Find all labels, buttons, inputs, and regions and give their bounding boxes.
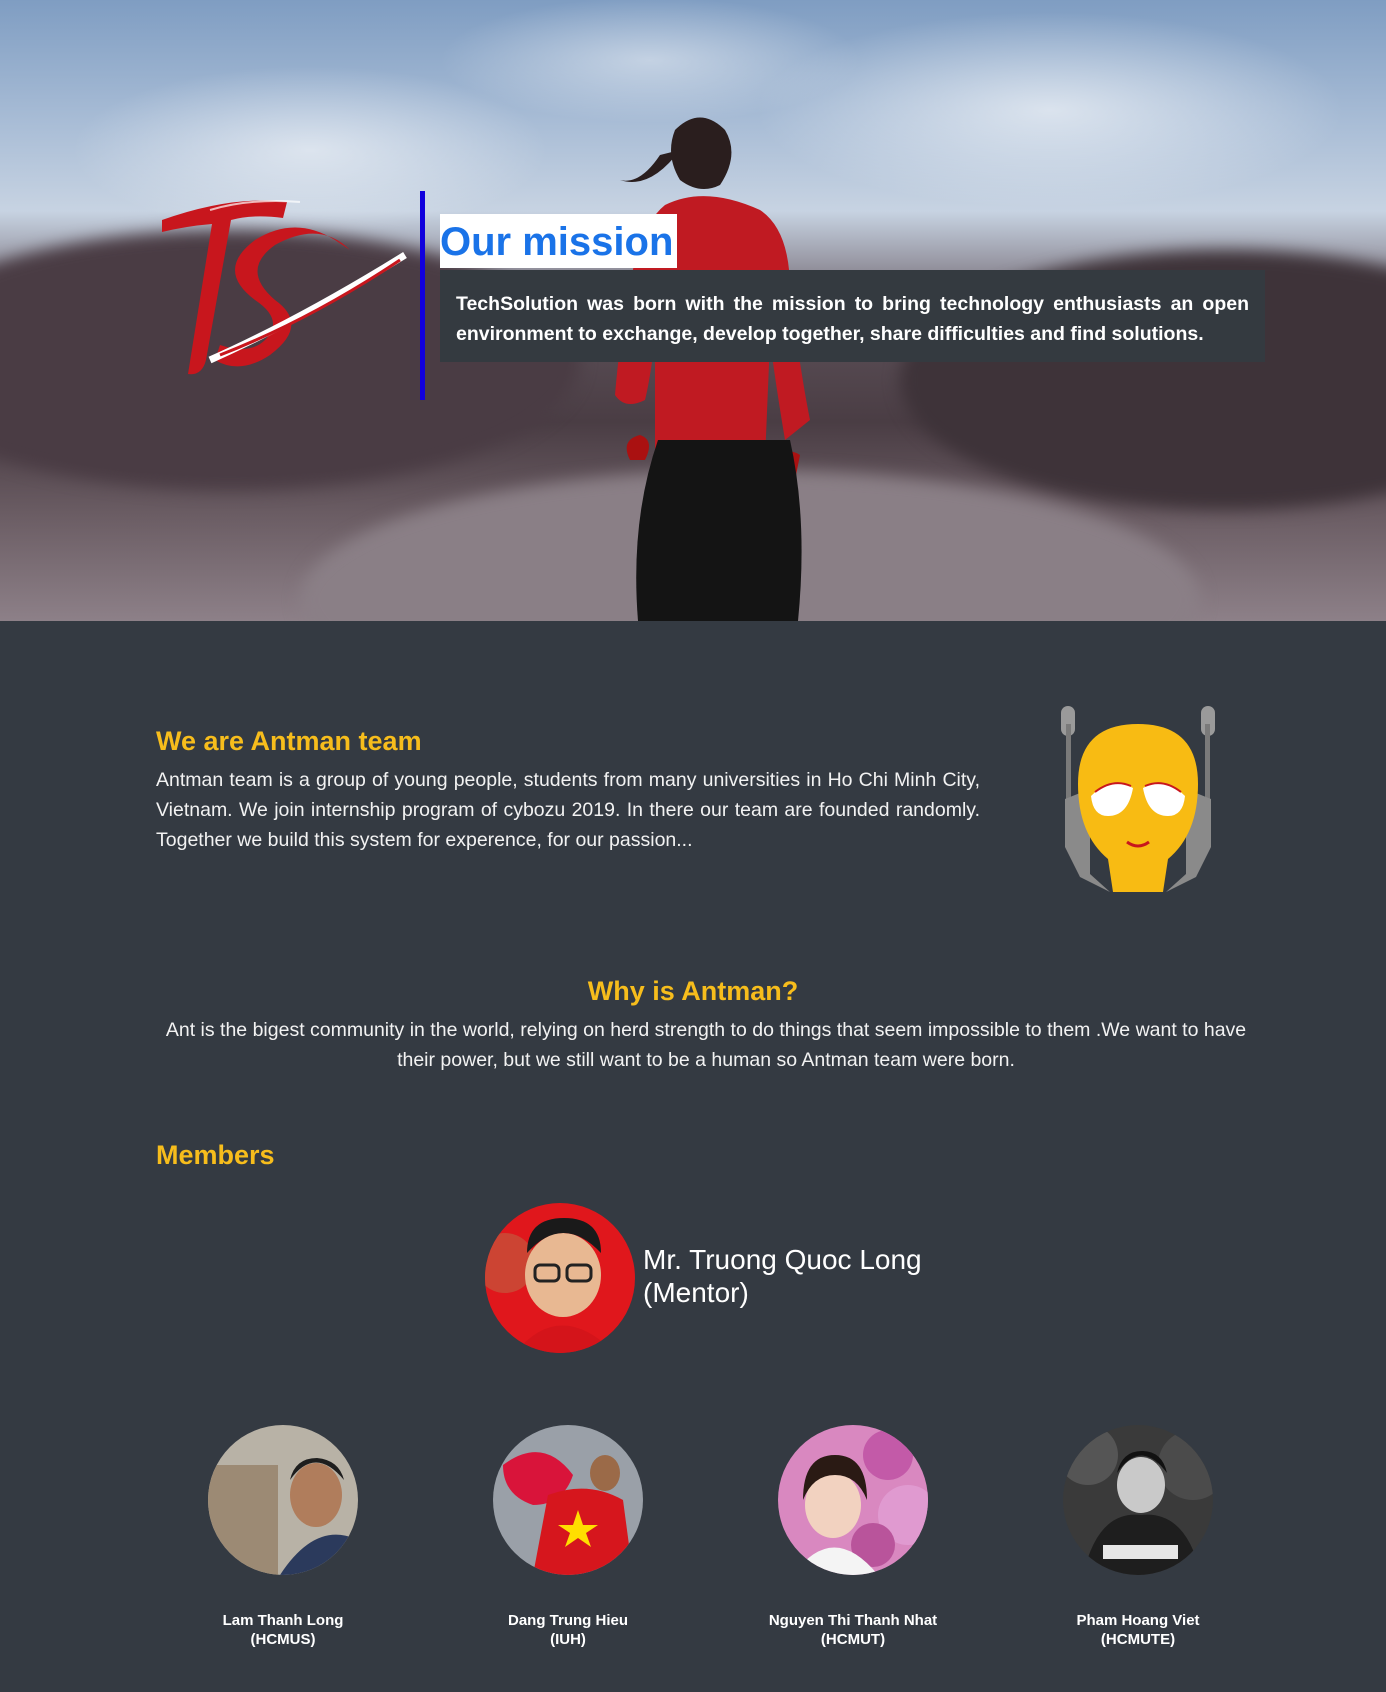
member-avatar (778, 1425, 928, 1575)
member-avatar (1063, 1425, 1213, 1575)
mentor-role: (Mentor) (643, 1277, 749, 1308)
runner-photo (615, 117, 810, 621)
about-title: We are Antman team (156, 726, 422, 756)
member-name: Lam Thanh Long (222, 1612, 344, 1629)
mentor-info: Mr. Truong Quoc Long (Mentor) (643, 1243, 922, 1309)
member-school: (HCMUTE) (1100, 1631, 1176, 1648)
member-card: Pham Hoang Viet (HCMUTE) (1028, 1425, 1248, 1649)
member-card: Dang Trung Hieu (IUH) (458, 1425, 678, 1649)
hero-banner: Our mission TechSolution was born with t… (0, 0, 1386, 621)
member-school: (IUH) (550, 1631, 586, 1648)
why-text: Ant is the bigest community in the world… (165, 1019, 1247, 1071)
antman-mask-icon (1061, 706, 1215, 892)
mission-text: TechSolution was born with the mission t… (440, 270, 1265, 362)
member-name: Nguyen Thi Thanh Nhat (768, 1612, 938, 1629)
mentor-name: Mr. Truong Quoc Long (643, 1244, 922, 1275)
ts-logo (162, 200, 407, 375)
members-title: Members (156, 1140, 275, 1170)
member-name: Pham Hoang Viet (1076, 1612, 1200, 1629)
member-name: Dang Trung Hieu (508, 1612, 628, 1629)
member-school: (HCMUT) (820, 1631, 886, 1648)
member-card: Nguyen Thi Thanh Nhat (HCMUT) (743, 1425, 963, 1649)
mission-title: Our mission (440, 214, 678, 268)
mission-divider (420, 191, 425, 400)
member-school: (HCMUS) (250, 1631, 316, 1648)
why-title: Why is Antman? (587, 976, 799, 1006)
about-text: Antman team is a group of young people, … (156, 769, 980, 851)
member-avatar (493, 1425, 643, 1575)
mentor-avatar (485, 1203, 635, 1353)
member-card: Lam Thanh Long (HCMUS) (173, 1425, 393, 1649)
member-avatar (208, 1425, 358, 1575)
